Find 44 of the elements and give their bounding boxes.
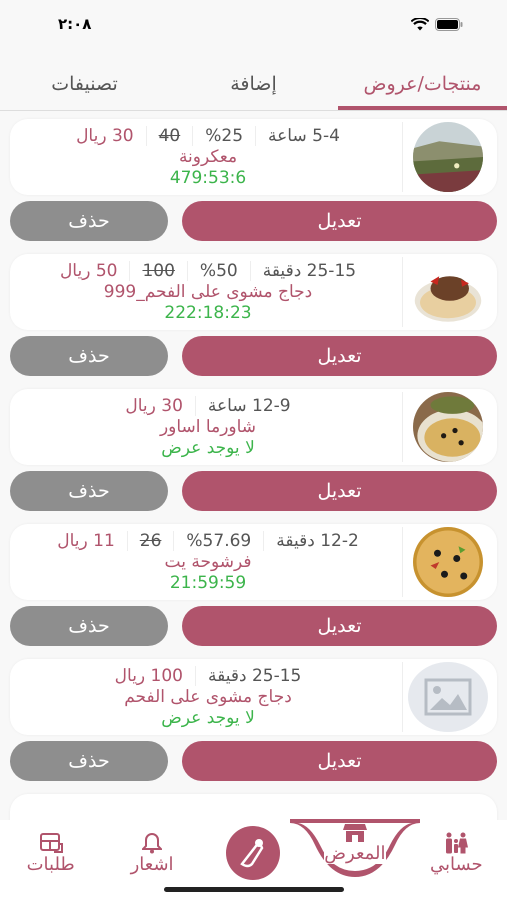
- price-text: 30 ريال: [124, 396, 184, 416]
- tab[interactable]: إضافة: [169, 62, 338, 110]
- product-name: فرشوحة يت: [164, 552, 252, 572]
- discount-text: %57.69: [173, 531, 264, 551]
- old-price-text: 100: [129, 261, 187, 281]
- price-text: 30 ريال: [75, 126, 135, 146]
- product-name: دجاج مشوى على الفحم: [124, 687, 292, 707]
- offer-status-text: 21:59:59: [170, 573, 246, 593]
- nav-tab[interactable]: طلبات: [26, 832, 75, 874]
- nav-tab[interactable]: حسابي: [430, 832, 483, 874]
- duration-text: 12-9 ساعة: [194, 396, 303, 416]
- tab[interactable]: تصنيفات: [0, 62, 169, 110]
- offer-status-text: لا يوجد عرض: [161, 708, 255, 728]
- edit-button[interactable]: تعديل: [182, 471, 497, 511]
- product-name: معكرونة: [178, 147, 238, 167]
- offer-status-text: 479:53:6: [170, 168, 246, 188]
- edit-button[interactable]: تعديل: [182, 336, 497, 376]
- discount-text: %25: [192, 126, 256, 146]
- old-price-text: 40: [146, 126, 192, 146]
- delete-button[interactable]: حذف: [10, 336, 168, 376]
- delete-button[interactable]: حذف: [10, 471, 168, 511]
- price-text: 11 ريال: [56, 531, 116, 551]
- delete-button[interactable]: حذف: [10, 201, 168, 241]
- price-text: 100 ريال: [114, 666, 184, 686]
- product-name: شاورما اساور: [160, 417, 256, 437]
- edit-button[interactable]: تعديل: [182, 606, 497, 646]
- duration-text: 12-2 دقيقة: [263, 531, 371, 551]
- duration-text: 25-15 دقيقة: [195, 666, 314, 686]
- status-time: ٢:٠٨: [58, 15, 92, 33]
- duration-text: 25-15 دقيقة: [250, 261, 368, 281]
- offer-status-text: لا يوجد عرض: [161, 438, 255, 458]
- old-price-text: 26: [126, 531, 174, 551]
- delete-button[interactable]: حذف: [10, 606, 168, 646]
- nav-tab[interactable]: اشعار: [130, 832, 174, 874]
- edit-button[interactable]: تعديل: [182, 741, 497, 781]
- product-name: دجاج مشوى على الفحم_999: [104, 282, 312, 302]
- discount-text: %50: [186, 261, 250, 281]
- price-text: 50 ريال: [58, 261, 118, 281]
- edit-button[interactable]: تعديل: [182, 201, 497, 241]
- duration-text: 5-4 ساعة: [255, 126, 352, 146]
- tab[interactable]: منتجات/عروض: [338, 62, 507, 110]
- nav-tab[interactable]: المعرض: [324, 822, 386, 864]
- delete-button[interactable]: حذف: [10, 741, 168, 781]
- offer-status-text: 222:18:23: [164, 303, 252, 323]
